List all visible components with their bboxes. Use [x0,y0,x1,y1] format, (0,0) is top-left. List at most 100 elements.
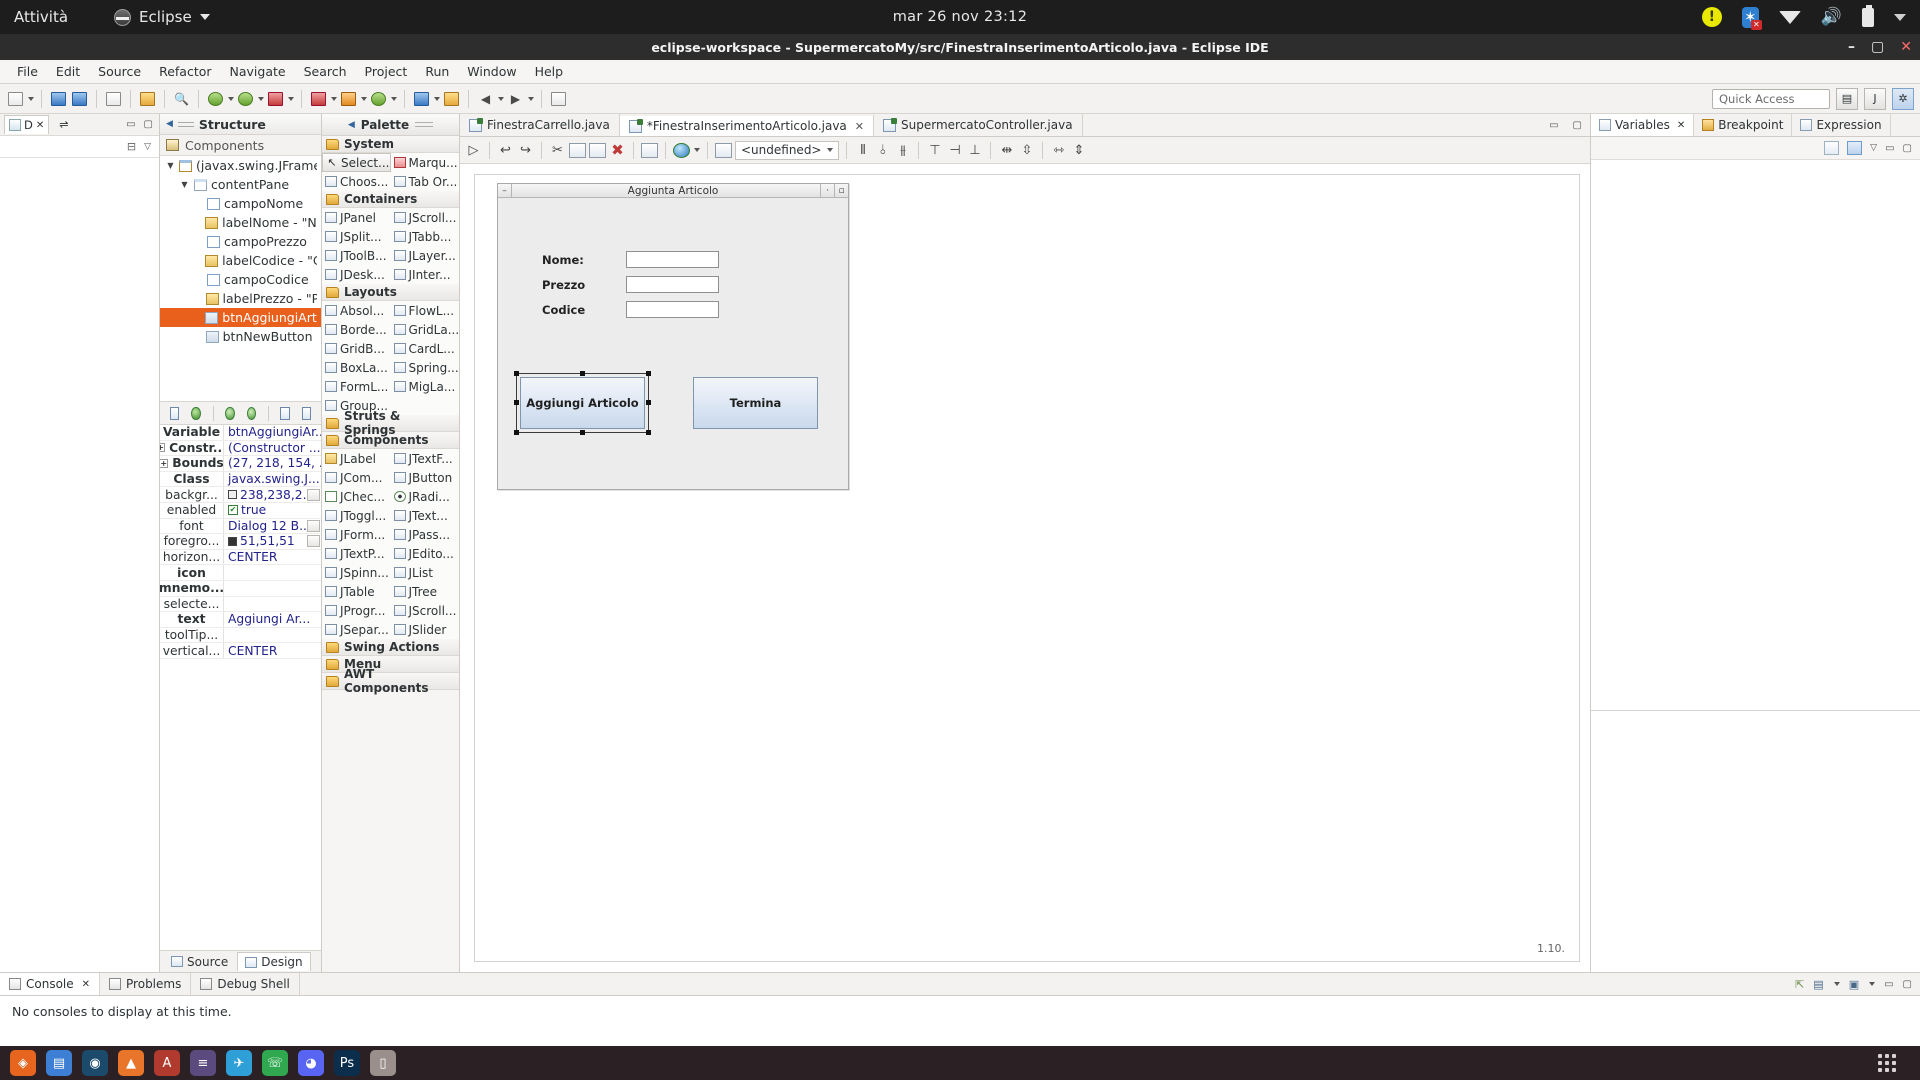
resize-handle-s[interactable] [579,430,585,435]
new-console-view-icon[interactable]: ▣ [1849,978,1859,991]
run-button[interactable] [236,89,255,108]
maximize-button[interactable]: ▢ [1871,39,1884,55]
property-value[interactable]: CENTER [224,644,321,658]
console-tab-console[interactable]: Console ✕ [0,973,101,995]
minimize-view-icon[interactable]: ▭ [126,119,135,130]
wifi-icon[interactable] [1778,10,1801,24]
campo-prezzo-input[interactable] [626,276,719,293]
warning-icon[interactable]: ! [1701,7,1722,27]
resize-handle-e[interactable] [646,400,651,405]
property-value[interactable]: ✔ true [224,503,321,517]
palette-item-jtext[interactable]: JText... [391,506,460,525]
pin-editor-button[interactable] [549,89,568,108]
palette-item-jinter[interactable]: JInter... [391,265,460,284]
print-button[interactable] [104,89,123,108]
palette-category-awt-components[interactable]: AWT Components [322,667,459,695]
show-layout-icon[interactable] [301,406,311,420]
build-button[interactable] [138,89,157,108]
tree-node-3[interactable]: labelNome - "Nom [160,213,321,232]
open-console-dropdown-icon[interactable] [1833,982,1840,986]
distribute-horizontal-icon[interactable]: ⇹ [998,143,1015,158]
align-center-horizontal-icon[interactable]: ⫰ [874,143,891,158]
tree-twisty-icon[interactable]: ▼ [166,161,175,170]
new-class-button[interactable] [369,89,388,108]
tree-node-2[interactable]: campoNome [160,194,321,213]
back-dropdown-icon[interactable] [498,96,504,101]
palette-item-jsplit[interactable]: JSplit... [322,227,391,246]
jframe-restore-icon[interactable]: · [820,184,834,197]
palette-item-jspinn[interactable]: JSpinn... [322,563,391,582]
tree-node-0[interactable]: ▼ (javax.swing.JFrame) - " [160,156,321,175]
property-row-font[interactable]: font Dialog 12 B... [160,518,321,535]
search-button[interactable]: 🔍 [172,89,191,108]
java-perspective-button[interactable]: J [1864,87,1886,110]
jframe-close-icon[interactable]: ▫ [834,184,848,197]
palette-item-boxla[interactable]: BoxLa... [322,358,391,377]
property-value[interactable]: CENTER [224,550,321,564]
minimize-view-icon[interactable]: ▭ [1885,143,1894,154]
back-chevron-icon[interactable]: ◀ [166,119,173,129]
restore-defaults-icon[interactable] [191,406,201,420]
tab-link-view[interactable]: ⇌ [55,116,72,133]
bluetooth-disabled-icon[interactable]: ✶ ✕ [1741,6,1762,30]
pin-console-icon[interactable]: ⇱ [1795,978,1804,991]
palette-back-chevron-icon[interactable]: ◀ [348,120,355,130]
layout-icon[interactable] [715,142,732,158]
collapse-all-icon[interactable]: ⊟ [127,140,136,153]
palette-item-borde[interactable]: Borde... [322,320,391,339]
resize-handle-ne[interactable] [646,371,651,376]
maximize-editor-icon[interactable]: ▢ [1573,120,1582,131]
palette-item-jform[interactable]: JForm... [322,525,391,544]
debug-button[interactable] [206,89,225,108]
palette-content[interactable]: System ↖ Select... Marqu... Choos... Tab Or..… [322,136,460,695]
forward-dropdown-icon[interactable] [528,96,534,101]
tree-twisty-icon[interactable]: ▼ [179,180,190,189]
palette-item-cardl[interactable]: CardL... [391,339,460,358]
menu-item-source[interactable]: Source [89,61,150,82]
align-top-icon[interactable]: ⊤ [926,143,943,158]
btn-termina[interactable]: Termina [693,377,818,429]
property-row-mnemo[interactable]: mnemo... [160,580,321,597]
close-button[interactable]: ✕ [1900,39,1912,55]
show-applications-icon[interactable] [1878,1054,1896,1072]
dock-rhythmbox-app[interactable]: ◉ [82,1050,108,1076]
coverage-dropdown-icon[interactable] [288,96,294,101]
console-tab-debug-shell[interactable]: Debug Shell [191,973,300,995]
back-button[interactable]: ◀ [476,89,495,108]
minimize-console-icon[interactable]: ▭ [1884,979,1893,990]
dock-discord-app[interactable]: ◕ [298,1050,324,1076]
palette-item-marqu[interactable]: Marqu... [391,153,460,172]
canvas-surface[interactable]: – Aggiunta Articolo · ▫ Nome: Prezzo Cod… [474,174,1580,962]
tree-node-6[interactable]: campoCodice [160,270,321,289]
variables-detail-pane[interactable] [1591,710,1920,972]
palette-item-jprogr[interactable]: JProgr... [322,601,391,620]
jframe-minimize-icon[interactable]: – [498,184,512,197]
tree-node-5[interactable]: labelCodice - "Cod [160,251,321,270]
menu-item-project[interactable]: Project [356,61,417,82]
palette-item-jcom[interactable]: JCom... [322,468,391,487]
property-row-tooltip[interactable]: toolTip... [160,627,321,644]
property-row-text[interactable]: text Aggiungi Ar... [160,612,321,628]
dock-eclipse-app[interactable]: ≡ [190,1050,216,1076]
view-menu-icon[interactable]: ▽ [144,142,151,152]
test-button[interactable]: ▷ [465,143,482,158]
dock-text-editor-app[interactable]: ▤ [46,1050,72,1076]
palette-item-jtree[interactable]: JTree [391,582,460,601]
copy-icon[interactable] [569,142,586,158]
palette-category-layouts[interactable]: Layouts [322,284,459,301]
editor-tab-1[interactable]: *FinestraInserimentoArticolo.java ✕ [619,114,874,136]
palette-item-jscroll[interactable]: JScroll... [391,601,460,620]
property-value[interactable]: 51,51,51 [224,534,321,548]
editor-mode-tab-design[interactable]: Design [237,952,311,971]
expand-icon[interactable]: + [160,458,169,468]
volume-icon[interactable]: 🔊 [1821,7,1842,27]
palette-item-forml[interactable]: FormL... [322,377,391,396]
refresh-icon[interactable] [641,142,658,158]
resize-handle-w[interactable] [514,400,519,405]
open-type-dropdown-icon[interactable] [434,96,440,101]
property-row-backgr[interactable]: backgr... 238,238,2... [160,487,321,503]
palette-item-jedito[interactable]: JEdito... [391,544,460,563]
palette-item-jdesk[interactable]: JDesk... [322,265,391,284]
maximize-console-icon[interactable]: ▢ [1903,979,1912,990]
editor-mode-tab-source[interactable]: Source [164,953,235,971]
